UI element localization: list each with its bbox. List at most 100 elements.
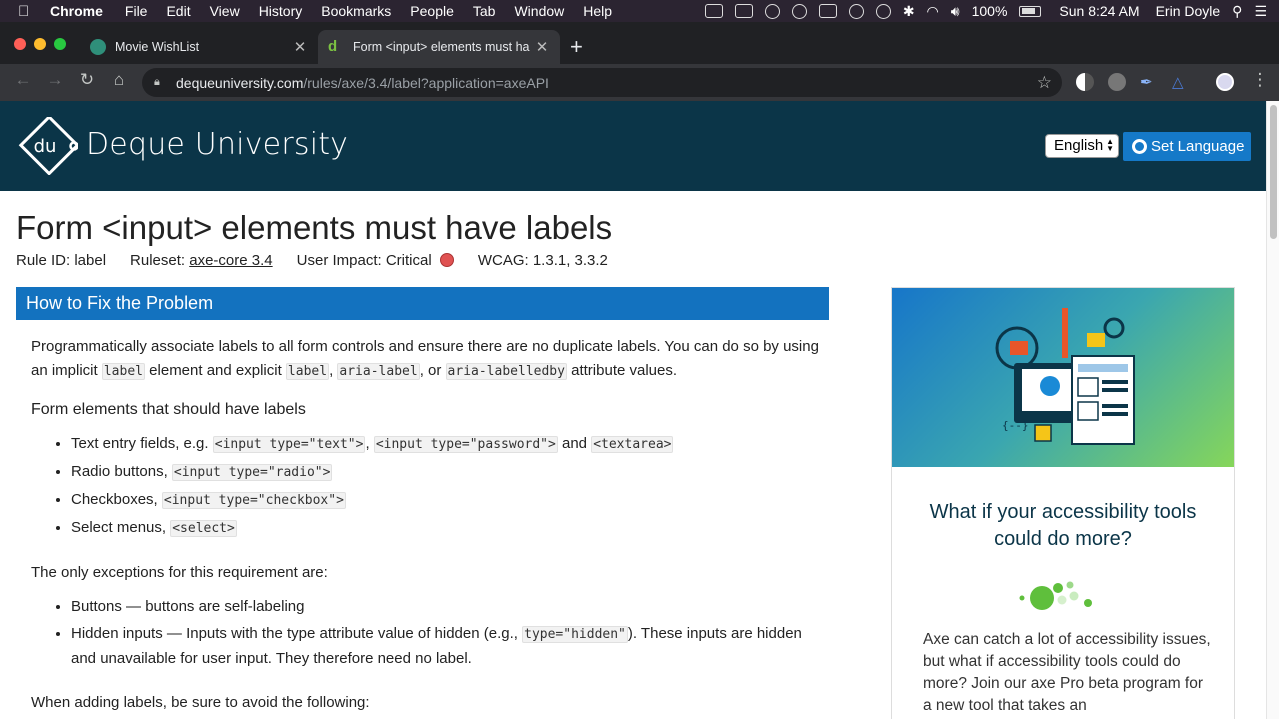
list-item-text: Select menus, [71, 519, 167, 536]
list-item: Buttons — buttons are self-labeling [71, 595, 831, 619]
promo-illustration: {--} [892, 288, 1234, 467]
url-path: /rules/axe/3.4/label?application=axeAPI [303, 74, 549, 91]
maximize-window-button[interactable] [54, 38, 66, 50]
form-elements-subheading: Form elements that should have labels [31, 401, 306, 418]
profile-avatar[interactable] [1216, 73, 1234, 91]
deque-logo-icon[interactable]: du [16, 117, 78, 175]
axe-pro-promo-card: {--} What if your accessibility tools co… [891, 287, 1235, 719]
box-icon[interactable] [848, 3, 864, 19]
code-input-radio: <input type="radio"> [171, 464, 333, 481]
menu-window[interactable]: Window [514, 3, 564, 19]
section-heading-how-to-fix: How to Fix the Problem [16, 287, 829, 320]
menu-bookmarks[interactable]: Bookmarks [321, 3, 391, 19]
list-item: Select menus, <select> [71, 516, 831, 541]
battery-icon[interactable] [1019, 5, 1042, 17]
menu-help[interactable]: Help [583, 3, 612, 19]
new-tab-button[interactable]: + [570, 34, 583, 60]
address-bar[interactable]: 🔒︎ dequeuniversity.com/rules/axe/3.4/lab… [142, 68, 1062, 97]
code-label: label [285, 363, 330, 380]
list-item: Text entry fields, e.g. <input type="tex… [71, 432, 831, 457]
code-label: label [101, 363, 145, 380]
menu-history[interactable]: History [259, 3, 303, 19]
close-tab-icon[interactable]: ✕ [290, 38, 310, 56]
menu-view[interactable]: View [210, 3, 240, 19]
list-item-text: Checkboxes, [71, 491, 158, 508]
tab-form-input-labels[interactable]: d Form <input> elements must ha ✕ [318, 30, 560, 64]
intro-paragraph: Programmatically associate labels to all… [31, 338, 819, 380]
wifi-icon[interactable]: ◠ [927, 3, 939, 20]
forward-button[interactable]: → [43, 70, 67, 90]
user-name[interactable]: Erin Doyle [1156, 3, 1221, 19]
promo-body: Axe can catch a lot of accessibility iss… [923, 631, 1211, 714]
menu-people[interactable]: People [410, 3, 454, 19]
minimize-window-button[interactable] [34, 38, 46, 50]
cup-icon[interactable] [791, 3, 807, 19]
notification-center-icon[interactable]: ☰ [1254, 3, 1267, 20]
bluetooth-icon[interactable]: ✱ [903, 3, 915, 20]
rule-meta: Rule ID: label Ruleset: axe-core 3.4 Use… [16, 252, 632, 269]
menu-app-chrome[interactable]: Chrome [50, 3, 103, 19]
pen-extension-icon[interactable]: ✒ [1140, 73, 1158, 91]
close-tab-icon[interactable]: ✕ [532, 38, 552, 56]
developer-tools-illustration-icon: {--} [995, 308, 1135, 445]
spotlight-search-icon[interactable]: ⚲ [1232, 3, 1242, 20]
code-textarea: <textarea> [591, 436, 674, 453]
code-select: <select> [170, 520, 237, 537]
user-impact: User Impact: Critical [297, 252, 454, 269]
arch-icon[interactable] [764, 3, 780, 19]
select-arrows-icon: ▲ ▼ [1106, 137, 1114, 153]
screen-share-icon[interactable] [704, 4, 723, 18]
menu-tab[interactable]: Tab [473, 3, 496, 19]
browser-toolbar: ← → ↻ ⌂ 🔒︎ dequeuniversity.com/rules/axe… [0, 64, 1279, 101]
form-elements-list: Text entry fields, e.g. <input type="tex… [71, 432, 831, 541]
list-item: Radio buttons, <input type="radio"> [71, 460, 831, 485]
lock-icon[interactable]: 🔒︎ [154, 76, 168, 89]
list-item-text: Text entry fields, e.g. [71, 435, 209, 452]
display-icon[interactable] [818, 4, 837, 18]
url-host: dequeuniversity.com [176, 74, 304, 91]
tab-movie-wishlist[interactable]: Movie WishList ✕ [80, 30, 318, 64]
code-brackets-icon: {--} [1002, 419, 1029, 432]
scrollbar-thumb[interactable] [1270, 105, 1277, 239]
browser-tab-strip: Movie WishList ✕ d Form <input> elements… [0, 22, 1279, 64]
globe-icon [1132, 139, 1147, 154]
menu-edit[interactable]: Edit [166, 3, 190, 19]
menu-bar-status-area: ✱ ◠ 🔊︎ 100% Sun 8:24 AM Erin Doyle ⚲ ☰ [704, 0, 1267, 22]
logo-text[interactable]: Deque University [86, 127, 348, 162]
language-select[interactable]: English ▲ ▼ [1045, 134, 1119, 158]
rule-id: Rule ID: label [16, 252, 107, 269]
apple-icon[interactable]:  [18, 3, 36, 20]
dark-mode-extension-icon[interactable] [1076, 73, 1094, 91]
intro-text: attribute values. [571, 362, 678, 379]
list-item-text: Radio buttons, [71, 463, 168, 480]
volume-icon[interactable]: 🔊︎ [951, 3, 960, 20]
ruleset-link[interactable]: axe-core 3.4 [189, 252, 272, 269]
page-scrollbar[interactable] [1266, 101, 1279, 719]
web-page: du Deque University English ▲ ▼ Set Langu… [0, 101, 1266, 719]
chrome-menu-icon[interactable]: ⋮ [1248, 70, 1272, 90]
arrows-icon[interactable] [734, 4, 753, 18]
home-button[interactable]: ⌂ [107, 70, 131, 90]
owl-extension-icon[interactable] [1108, 73, 1126, 91]
logo-mark-text: du [34, 136, 57, 157]
article-content: Programmatically associate labels to all… [31, 335, 831, 719]
battery-percent[interactable]: 100% [972, 3, 1008, 19]
reload-button[interactable]: ↻ [75, 70, 99, 90]
accessibility-icon[interactable] [875, 3, 891, 19]
tab-title: Form <input> elements must ha [353, 40, 530, 54]
clock[interactable]: Sun 8:24 AM [1059, 3, 1139, 19]
page-title: Form <input> elements must have labels [16, 209, 613, 246]
list-item: Hidden inputs — Inputs with the type att… [71, 622, 831, 671]
ruleset-label: Ruleset: [130, 252, 186, 269]
axe-extension-icon[interactable]: △ [1172, 73, 1190, 91]
code-aria-labelledby: aria-labelledby [445, 363, 567, 380]
back-button[interactable]: ← [11, 70, 35, 90]
exceptions-list: Buttons — buttons are self-labeling Hidd… [71, 595, 831, 671]
list-item-text: and [562, 435, 588, 452]
bookmark-star-icon[interactable]: ☆ [1037, 73, 1052, 93]
deque-favicon-icon: d [328, 38, 338, 55]
site-header: du Deque University English ▲ ▼ Set Langu… [0, 101, 1266, 191]
menu-file[interactable]: File [125, 3, 148, 19]
close-window-button[interactable] [14, 38, 26, 50]
set-language-button[interactable]: Set Language [1123, 132, 1251, 161]
